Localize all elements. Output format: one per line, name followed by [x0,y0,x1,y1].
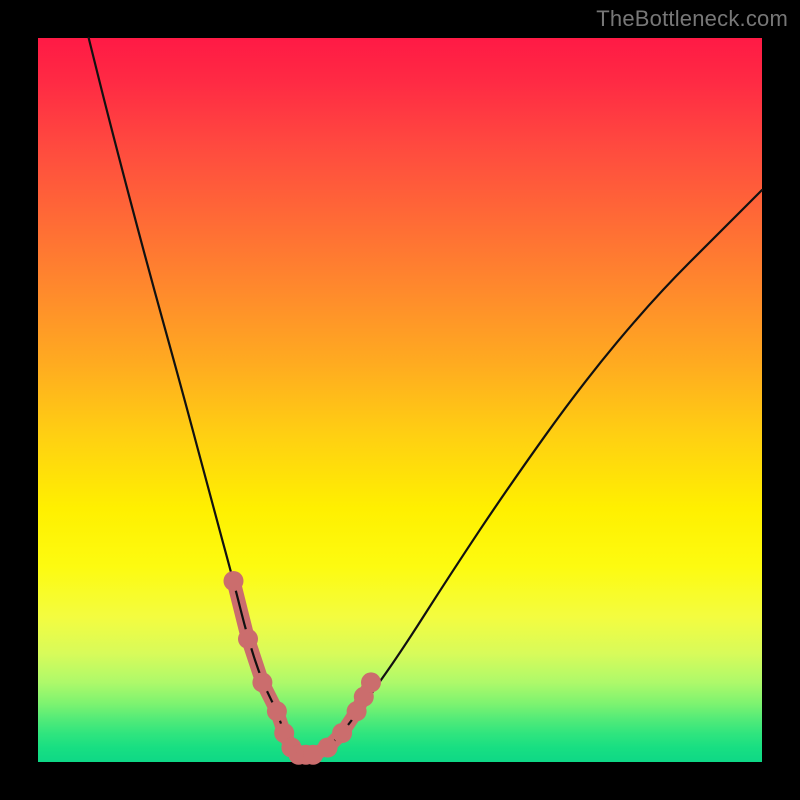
curve-layer [38,38,762,762]
chart-frame: TheBottleneck.com [0,0,800,800]
bead-point [332,723,352,743]
plot-area [38,38,762,762]
bead-point [238,629,258,649]
bead-point [252,672,272,692]
bottleneck-curve [89,38,762,755]
bead-point [318,738,338,758]
bottleneck-beads [224,571,382,765]
bead-point [267,701,287,721]
bead-point [361,672,381,692]
bead-point [224,571,244,591]
watermark-text: TheBottleneck.com [596,6,788,32]
